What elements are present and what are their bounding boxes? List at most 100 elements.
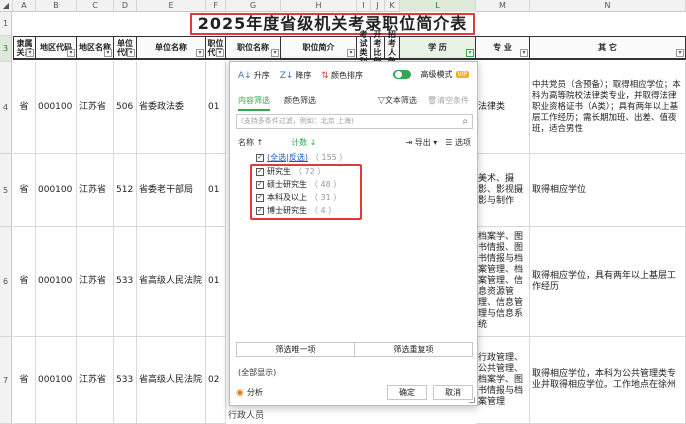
column-header-m[interactable]: M	[476, 0, 530, 12]
ok-button[interactable]: 确定	[387, 385, 427, 400]
list-item-select-all[interactable]: ✓ (全选|反选) （ 155 ）	[256, 152, 347, 163]
cell-position-code[interactable]: 01	[206, 227, 226, 337]
row-header-1[interactable]: 1	[0, 12, 12, 36]
column-header-l[interactable]: L	[400, 0, 476, 12]
text-filter-button[interactable]: ▽文本筛选	[378, 95, 417, 106]
show-all-label[interactable]: (全部显示)	[238, 367, 276, 378]
cell-unit-code[interactable]: 512	[114, 154, 137, 227]
advanced-mode-toggle[interactable]	[393, 70, 411, 79]
row-header-7[interactable]: 7	[0, 337, 12, 424]
cell-region-code[interactable]: 000100	[36, 337, 77, 424]
column-header-e[interactable]: E	[137, 0, 206, 12]
cell-unit-name[interactable]: 省委政法委	[137, 62, 206, 154]
cell-unit-name[interactable]: 省高级人民法院	[137, 227, 206, 337]
header-position-intro[interactable]: 职位简介 ▾	[281, 36, 357, 60]
sheet-title[interactable]: 2025年度省级机关考录职位简介表	[190, 13, 475, 35]
sort-desc-button[interactable]: Z↓ 降序	[280, 70, 312, 81]
header-major[interactable]: 专 业 ▾	[476, 36, 530, 60]
column-header-h[interactable]: H	[281, 0, 357, 12]
filter-dropdown-icon[interactable]: ▾	[196, 49, 204, 57]
column-header-j[interactable]: J	[371, 0, 385, 12]
header-position-name[interactable]: 职位名称 ▾	[226, 36, 281, 60]
filter-unique-button[interactable]: 筛选唯一项	[237, 343, 355, 356]
cell-major[interactable]: 美术、摄影、影视摄影与制作	[476, 154, 530, 227]
sort-asc-button[interactable]: A↓ 升序	[238, 70, 270, 81]
header-recruit-count[interactable]: 招考人数	[385, 30, 400, 66]
cell-other[interactable]: 取得相应学位	[530, 154, 686, 227]
filter-dropdown-icon[interactable]: ▾	[520, 49, 528, 57]
cell-other[interactable]: 取得相应学位，本科为公共管理类专业并取得相应学位。工作地点在徐州	[530, 337, 686, 424]
column-header-n[interactable]: N	[530, 0, 686, 12]
row-header-6[interactable]: 6	[0, 227, 12, 337]
header-region-name[interactable]: 地区名称 ▾	[77, 36, 114, 60]
header-exam-category[interactable]: 考试类别	[357, 30, 371, 66]
checkbox-icon[interactable]: ✓	[256, 153, 264, 162]
cell-region-name[interactable]: 江苏省	[77, 337, 114, 424]
row-header-5[interactable]: 5	[0, 154, 12, 227]
column-header-g[interactable]: G	[226, 0, 281, 12]
row-header-4[interactable]: 4	[0, 62, 12, 154]
column-header-a[interactable]: A	[13, 0, 36, 12]
cell-major[interactable]: 档案学、图书情报、图书情报与档案管理、档案管理、信息资源管理、信息管理与信息系统	[476, 227, 530, 337]
cell-unit-code[interactable]: 533	[114, 227, 137, 337]
column-header-c[interactable]: C	[77, 0, 114, 12]
cancel-button[interactable]: 取消	[433, 385, 473, 400]
header-region-code[interactable]: 地区代码 ▾	[36, 36, 77, 60]
header-exam-ratio[interactable]: 开考比例	[371, 30, 385, 66]
filter-active-icon[interactable]: ▾	[466, 49, 474, 57]
cell-unit-code[interactable]: 506	[114, 62, 137, 154]
column-header-b[interactable]: B	[36, 0, 77, 12]
cell-unit-code[interactable]: 533	[114, 337, 137, 424]
header-education[interactable]: 学 历 ▾	[400, 36, 476, 60]
header-affiliation[interactable]: 隶属关系 ▾	[13, 36, 36, 60]
filter-dropdown-icon[interactable]: ▾	[216, 49, 224, 57]
row-header-3[interactable]: 3	[0, 36, 12, 62]
filter-dropdown-icon[interactable]: ▾	[347, 49, 355, 57]
filter-dropdown-icon[interactable]: ▾	[127, 49, 135, 57]
cell-region-name[interactable]: 江苏省	[77, 227, 114, 337]
cell-other[interactable]: 中共党员（含预备）；取得相应学位；本科为高等院校法律类专业，并取得法律职业资格证…	[530, 62, 686, 154]
cell-affiliation[interactable]: 省	[13, 62, 36, 154]
resize-grip-icon[interactable]	[469, 397, 475, 403]
select-all-corner[interactable]: ◢	[0, 0, 13, 12]
column-header-i[interactable]: I	[357, 0, 371, 12]
tab-content-filter[interactable]: 内容筛选	[238, 95, 270, 111]
header-other[interactable]: 其 它 ▾	[530, 36, 686, 60]
filter-duplicate-button[interactable]: 筛选重复项	[355, 343, 472, 356]
column-header-f[interactable]: F	[206, 0, 226, 12]
cell-position-code[interactable]: 01	[206, 154, 226, 227]
filter-dropdown-icon[interactable]: ▾	[676, 49, 684, 57]
header-unit-code[interactable]: 单位代码 ▾	[114, 36, 137, 60]
filter-dropdown-icon[interactable]: ▾	[26, 49, 34, 57]
cell-affiliation[interactable]: 省	[13, 154, 36, 227]
cell-affiliation[interactable]: 省	[13, 337, 36, 424]
header-position-code[interactable]: 职位代码▾	[206, 36, 226, 60]
cell-affiliation[interactable]: 省	[13, 227, 36, 337]
export-button[interactable]: ⇥ 导出 ▾	[405, 137, 437, 148]
cell-region-code[interactable]: 000100	[36, 154, 77, 227]
cell-region-code[interactable]: 000100	[36, 62, 77, 154]
options-button[interactable]: ☰ 选项	[445, 137, 471, 148]
cell-major[interactable]: 法律类	[476, 62, 530, 154]
cell-major[interactable]: 行政管理、公共管理、档案学、图书情报与档案管理	[476, 337, 530, 424]
filter-dropdown-icon[interactable]: ▾	[271, 49, 279, 57]
tab-color-filter[interactable]: 颜色筛选	[284, 95, 316, 111]
filter-dropdown-icon[interactable]: ▾	[67, 49, 75, 57]
filter-dropdown-icon[interactable]: ▾	[104, 49, 112, 57]
cell-position-code[interactable]: 02	[206, 337, 226, 424]
cell-unit-name[interactable]: 省委老干部局	[137, 154, 206, 227]
header-unit-name[interactable]: 单位名称 ▾	[137, 36, 206, 60]
cell-region-code[interactable]: 000100	[36, 227, 77, 337]
column-header-d[interactable]: D	[114, 0, 137, 12]
sort-color-button[interactable]: ⇅ 颜色排序	[321, 70, 363, 81]
cell-other[interactable]: 取得相应学位，具有两年以上基层工作经历	[530, 227, 686, 337]
analyze-button[interactable]: ◉ 分析	[236, 387, 263, 398]
sort-by-name[interactable]: 名称 ↑	[238, 137, 263, 148]
cell-position-code[interactable]: 01	[206, 62, 226, 154]
cell-region-name[interactable]: 江苏省	[77, 62, 114, 154]
clear-condition-button[interactable]: 🗑清空条件	[427, 95, 469, 106]
column-header-k[interactable]: K	[385, 0, 400, 12]
search-input[interactable]: (支持多条件过滤，例如：北京 上海) ⌕	[236, 114, 473, 129]
sort-by-count[interactable]: 计数 ↓	[291, 137, 316, 148]
cell-region-name[interactable]: 江苏省	[77, 154, 114, 227]
